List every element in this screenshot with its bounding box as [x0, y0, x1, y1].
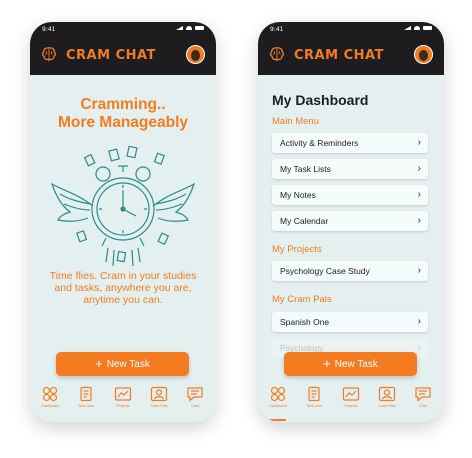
brand-name: CRAM CHAT: [66, 48, 156, 63]
plus-icon: +: [323, 356, 331, 371]
chevron-right-icon: ›: [417, 163, 421, 174]
new-task-button[interactable]: + New Task: [284, 352, 417, 376]
chat-icon: [187, 387, 203, 402]
menu-item-label: Psychology Case Study: [280, 266, 370, 276]
dashboard-icon: [270, 386, 286, 402]
status-time: 9:41: [270, 26, 284, 33]
menu-item-label: My Notes: [280, 190, 316, 200]
tab-label: Projects: [344, 404, 358, 408]
menu-item-spanish-one[interactable]: Spanish One ›: [272, 312, 428, 332]
task-list-icon: [308, 386, 320, 402]
menu-item-my-notes[interactable]: My Notes ›: [272, 185, 428, 205]
brand-name: CRAM CHAT: [294, 48, 384, 63]
battery-icon: [195, 26, 204, 30]
active-tab-indicator: [264, 419, 286, 421]
chevron-right-icon: ›: [417, 215, 421, 226]
app-header: 9:41 CRAM CHAT: [30, 22, 216, 75]
menu-item-label: Spanish One: [280, 317, 330, 327]
section-main-menu: Main Menu: [272, 116, 319, 127]
tab-label: Chat: [419, 404, 427, 408]
wifi-icon: [186, 26, 192, 30]
tab-projects[interactable]: Projects: [334, 386, 368, 408]
section-my-cram-pals: My Cram Pals: [272, 294, 332, 305]
tab-label: Dashboard: [269, 404, 287, 408]
new-task-label: New Task: [106, 359, 150, 370]
brain-icon: [42, 47, 56, 62]
chevron-right-icon: ›: [417, 342, 421, 353]
dashboard-screen: 9:41 CRAM CHAT My Dashboard Main Menu Ac…: [258, 22, 444, 422]
status-icons: [176, 26, 204, 30]
welcome-screen: 9:41 CRAM CHAT Cramming.. More Manageabl…: [30, 22, 216, 422]
signal-icon: [404, 26, 411, 30]
projects-icon: [114, 387, 132, 401]
battery-icon: [423, 26, 432, 30]
tab-projects[interactable]: Projects: [106, 386, 140, 408]
menu-item-label: My Task Lists: [280, 164, 331, 174]
menu-item-my-task-lists[interactable]: My Task Lists ›: [272, 159, 428, 179]
tab-bar: Dashboard Task Lists Projects Cram Pals …: [30, 382, 216, 422]
plus-icon: +: [95, 356, 103, 371]
tab-label: Task Lists: [306, 404, 322, 408]
wifi-icon: [414, 26, 420, 30]
tagline: Time flies. Cram in your studies and tas…: [49, 270, 197, 306]
status-icons: [404, 26, 432, 30]
tab-task-lists[interactable]: Task Lists: [297, 386, 331, 408]
cram-pals-icon: [150, 386, 168, 402]
app-header: 9:41 CRAM CHAT: [258, 22, 444, 75]
tab-label: Task Lists: [78, 404, 94, 408]
tab-task-lists[interactable]: Task Lists: [69, 386, 103, 408]
chevron-right-icon: ›: [417, 316, 421, 327]
tab-dashboard[interactable]: Dashboard: [33, 386, 67, 408]
menu-item-label: My Calendar: [280, 216, 329, 226]
dashboard-icon: [42, 386, 58, 402]
tab-label: Dashboard: [41, 404, 59, 408]
status-time: 9:41: [42, 26, 56, 33]
tab-label: Chat: [191, 404, 199, 408]
projects-icon: [342, 387, 360, 401]
chat-icon: [415, 387, 431, 402]
tab-bar: Dashboard Task Lists Projects Cram Pals …: [258, 382, 444, 422]
tab-chat[interactable]: Chat: [406, 386, 440, 408]
tab-dashboard[interactable]: Dashboard: [261, 386, 295, 408]
task-list-icon: [80, 386, 92, 402]
chevron-right-icon: ›: [417, 189, 421, 200]
signal-icon: [176, 26, 183, 30]
avatar[interactable]: [186, 45, 205, 64]
new-task-label: New Task: [334, 359, 378, 370]
new-task-button[interactable]: + New Task: [56, 352, 189, 376]
chevron-right-icon: ›: [417, 137, 421, 148]
tab-label: Cram Pals: [378, 404, 396, 408]
menu-item-psychology-case-study[interactable]: Psychology Case Study ›: [272, 261, 428, 281]
page-title: My Dashboard: [272, 92, 369, 108]
menu-item-label: Activity & Reminders: [280, 138, 359, 148]
cram-pals-icon: [378, 386, 396, 402]
tab-cram-pals[interactable]: Cram Pals: [142, 386, 176, 408]
section-my-projects: My Projects: [272, 244, 322, 255]
brain-icon: [270, 47, 284, 62]
menu-item-activity-reminders[interactable]: Activity & Reminders ›: [272, 133, 428, 153]
headline-line-2: More Manageably: [57, 114, 189, 131]
tab-chat[interactable]: Chat: [178, 386, 212, 408]
flying-clock-illustration: [50, 145, 196, 267]
chevron-right-icon: ›: [417, 265, 421, 276]
headline-line-1: Cramming..: [80, 96, 166, 113]
tab-label: Projects: [116, 404, 130, 408]
tab-cram-pals[interactable]: Cram Pals: [370, 386, 404, 408]
tab-label: Cram Pals: [150, 404, 168, 408]
headline: Cramming.. More Manageably: [30, 96, 216, 132]
avatar[interactable]: [414, 45, 433, 64]
menu-item-my-calendar[interactable]: My Calendar ›: [272, 211, 428, 231]
